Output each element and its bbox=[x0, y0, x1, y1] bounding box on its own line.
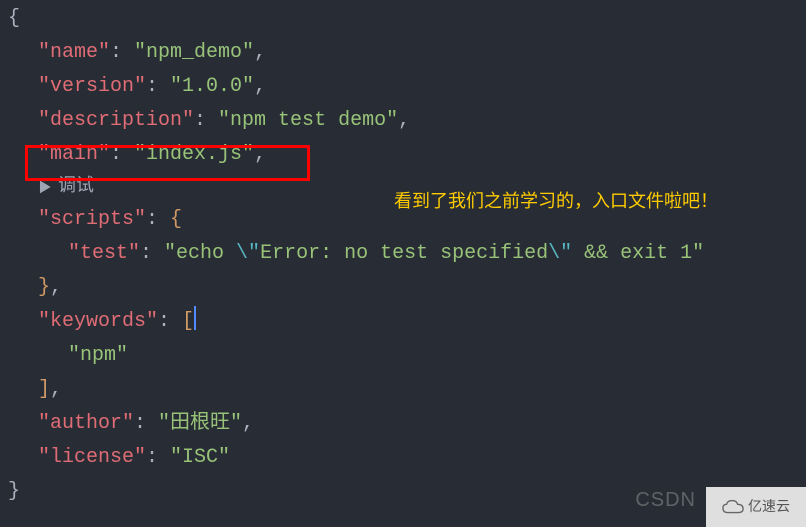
val-test: && exit 1" bbox=[572, 242, 704, 265]
key-license: "license" bbox=[38, 446, 146, 469]
highlight-box bbox=[25, 145, 310, 181]
annotation-text: 看到了我们之前学习的，入口文件啦吧！ bbox=[394, 186, 718, 217]
brace-open: { bbox=[8, 7, 20, 30]
key-scripts: "scripts" bbox=[38, 208, 146, 231]
val-license: "ISC" bbox=[170, 446, 230, 469]
keywords-item: "npm" bbox=[68, 344, 128, 367]
cursor bbox=[194, 306, 196, 330]
key-version: "version" bbox=[38, 75, 146, 98]
key-test: "test" bbox=[68, 242, 140, 265]
val-description: "npm test demo" bbox=[218, 109, 398, 132]
code-block: { "name": "npm_demo", "version": "1.0.0"… bbox=[8, 0, 806, 509]
val-author: "田根旺" bbox=[158, 412, 242, 435]
key-description: "description" bbox=[38, 109, 194, 132]
key-name: "name" bbox=[38, 41, 110, 64]
key-keywords: "keywords" bbox=[38, 310, 158, 333]
brace-close: } bbox=[8, 480, 20, 503]
key-author: "author" bbox=[38, 412, 134, 435]
play-icon bbox=[38, 180, 52, 194]
val-name: "npm_demo" bbox=[134, 41, 254, 64]
val-version: "1.0.0" bbox=[170, 75, 254, 98]
